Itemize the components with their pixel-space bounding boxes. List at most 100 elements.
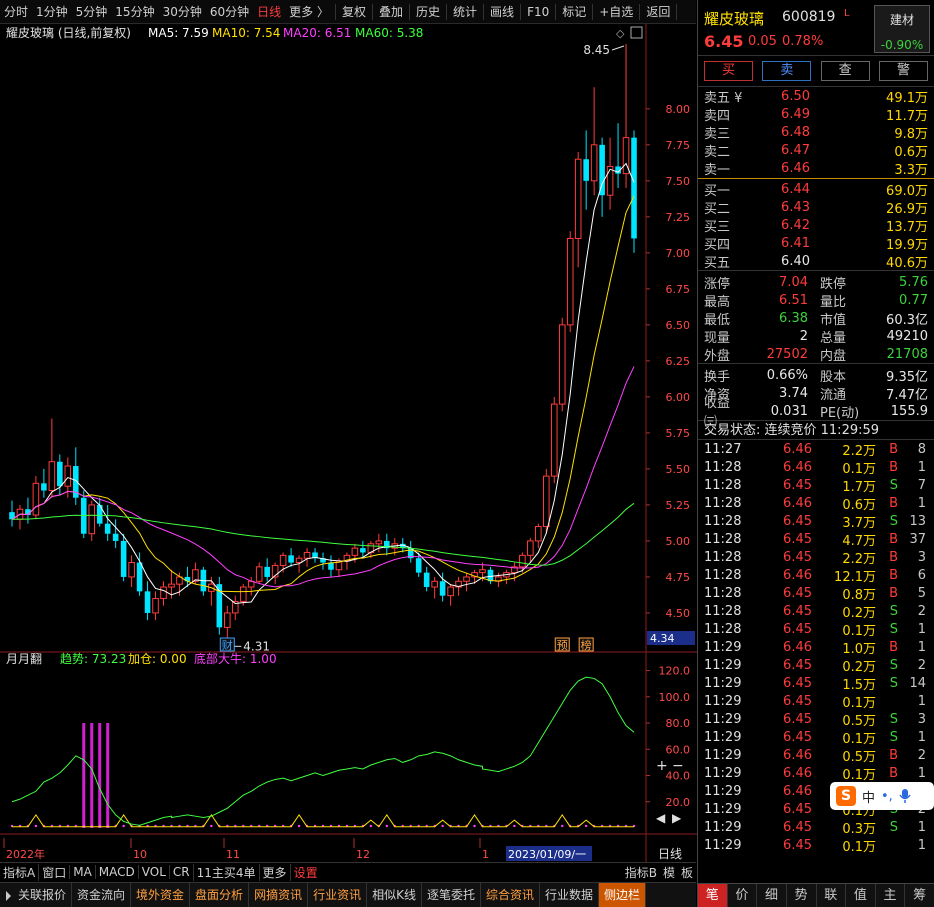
period-0[interactable]: 分时 <box>0 3 32 20</box>
tick-time: 11:27 <box>704 441 742 457</box>
period-4[interactable]: 30分钟 <box>159 3 206 20</box>
indicator-tab-2[interactable]: MA <box>69 865 95 879</box>
bottom-tab-10[interactable]: 侧边栏 <box>599 883 647 907</box>
buy-button[interactable]: 买 <box>704 61 753 81</box>
tick-count: 1 <box>917 459 926 475</box>
bids-label: 买二 <box>704 201 731 217</box>
period-7[interactable]: 更多 〉 <box>285 3 333 20</box>
tool-4[interactable]: 画线 <box>486 3 518 20</box>
candle-body <box>136 562 143 592</box>
stat-value: 60.3亿 <box>886 312 928 328</box>
high-label: 8.45 <box>583 43 610 57</box>
alert-button[interactable]: 警 <box>878 61 928 81</box>
candle-body <box>264 566 270 577</box>
tick-volume: 0.5万 <box>842 749 876 765</box>
kline-chart-area[interactable]: 耀皮玻璃 (日线,前复权) MA5: 7.59 MA10: 7.54 MA20: 6.… <box>0 24 697 862</box>
tool-0[interactable]: 复权 <box>338 3 370 20</box>
tick-price: 6.45 <box>783 585 812 601</box>
tick-price: 6.45 <box>783 729 812 745</box>
price-tick-label: 8.00 <box>666 103 691 116</box>
period-2[interactable]: 5分钟 <box>72 3 112 20</box>
toolbar-divider <box>555 3 557 20</box>
bottom-tab-2[interactable]: 境外资金 <box>131 883 191 907</box>
chart-svg[interactable]: 耀皮玻璃 (日线,前复权) MA5: 7.59 MA10: 7.54 MA20: 6.… <box>0 24 697 862</box>
candle-body <box>599 144 605 196</box>
tick-time: 11:29 <box>704 657 742 673</box>
tool-7[interactable]: +自选 <box>595 3 637 20</box>
candle-body <box>527 540 534 556</box>
panel-tab-6[interactable]: 主 <box>876 884 906 907</box>
tool-1[interactable]: 叠加 <box>375 3 407 20</box>
tick-row: 11:29 6.46 0.1万 B 1 <box>698 764 934 783</box>
bottom-tab-4[interactable]: 网摘资讯 <box>249 883 309 907</box>
tick-row: 11:28 6.45 0.1万 S 1 <box>698 620 934 639</box>
panel-tab-3[interactable]: 势 <box>787 884 817 907</box>
indicator-tab-7[interactable]: 更多 <box>258 863 290 881</box>
panel-tab-5[interactable]: 值 <box>846 884 876 907</box>
period-3[interactable]: 15分钟 <box>111 3 158 20</box>
tool-8[interactable]: 返回 <box>642 3 674 20</box>
indicator-right-1[interactable]: 模 <box>660 864 678 881</box>
indicator-right-2[interactable]: 板 <box>678 864 696 881</box>
stat-label: 换手 <box>704 369 731 385</box>
stat-row: 收益㈢ 0.031 PE(动) 155.9 <box>698 396 934 430</box>
period-label: 日线 <box>658 847 682 861</box>
trend-line <box>11 676 635 826</box>
asks-price: 6.49 <box>781 106 810 122</box>
scroll-left-icon: ◀ <box>656 811 666 825</box>
tool-2[interactable]: 历史 <box>412 3 444 20</box>
tool-5[interactable]: F10 <box>523 5 553 19</box>
asks-price: 6.47 <box>781 142 810 158</box>
indicator-tab-5[interactable]: CR <box>168 865 193 879</box>
indicator-tab-3[interactable]: MACD <box>94 865 138 879</box>
bottom-tab-7[interactable]: 逐笔委托 <box>422 883 481 907</box>
period-6[interactable]: 日线 <box>253 3 285 20</box>
tick-direction: B <box>889 495 898 511</box>
price-tick-label: 7.00 <box>666 247 691 260</box>
bottom-tab-0[interactable]: 关联报价 <box>0 883 73 907</box>
bottom-function-bar: 关联报价 资金流向 境外资金 盘面分析 网摘资讯 行业资讯 相似K线 逐笔委托 综合资讯 行业数据… <box>0 882 696 907</box>
tick-direction: B <box>889 639 898 655</box>
tick-price: 6.45 <box>783 621 812 637</box>
signal-dot <box>513 824 516 828</box>
indicator-tab-1[interactable]: 窗口 <box>38 863 69 881</box>
panel-tab-4[interactable]: 联 <box>817 884 847 907</box>
tick-direction: B <box>889 441 898 457</box>
diamond-icon: ◇ <box>616 27 625 40</box>
bottom-tab-5[interactable]: 行业资讯 <box>308 883 368 907</box>
panel-tab-2[interactable]: 细 <box>757 884 787 907</box>
signal-dot <box>561 824 564 828</box>
candle-body <box>535 526 542 542</box>
period-5[interactable]: 60分钟 <box>206 3 253 20</box>
indicator-tab-6[interactable]: 11主买4单 <box>192 863 259 881</box>
tool-3[interactable]: 统计 <box>449 3 481 20</box>
bottom-tab-6[interactable]: 相似K线 <box>367 883 422 907</box>
price-tick-label: 5.00 <box>666 535 691 548</box>
bottom-tab-9[interactable]: 行业数据 <box>540 883 600 907</box>
ime-toolbar[interactable]: S 中 •, <box>830 782 934 810</box>
indicator-tab-8[interactable]: 设置 <box>289 863 321 881</box>
tick-direction: S <box>889 657 898 673</box>
price-tick-label: 7.50 <box>666 175 691 188</box>
bottom-tab-3[interactable]: 盘面分析 <box>190 883 250 907</box>
indicator-right-0[interactable]: 指标B <box>622 864 660 881</box>
candle-body <box>360 548 366 553</box>
panel-tab-0[interactable]: 笔 <box>698 884 728 907</box>
stat-label: 量比 <box>820 294 847 310</box>
stat-label: 涨停 <box>704 276 731 292</box>
bottom-tab-8[interactable]: 综合资讯 <box>481 883 540 907</box>
bottom-tab-1[interactable]: 资金流向 <box>72 883 132 907</box>
industry-box[interactable]: 建材 -0.90% <box>874 5 930 53</box>
signal-dot <box>34 824 38 828</box>
query-button[interactable]: 查 <box>820 61 870 81</box>
indicator-tab-0[interactable]: 指标A <box>0 864 38 881</box>
candle-body <box>583 159 589 181</box>
indicator-tab-4[interactable]: VOL <box>137 865 169 879</box>
tool-6[interactable]: 标记 <box>558 3 590 20</box>
tick-time: 11:28 <box>704 585 742 601</box>
panel-tab-7[interactable]: 筹 <box>905 884 934 907</box>
panel-tab-1[interactable]: 价 <box>728 884 758 907</box>
sell-button[interactable]: 卖 <box>762 61 812 81</box>
asks-volume: 11.7万 <box>886 108 928 124</box>
period-1[interactable]: 1分钟 <box>32 3 72 20</box>
